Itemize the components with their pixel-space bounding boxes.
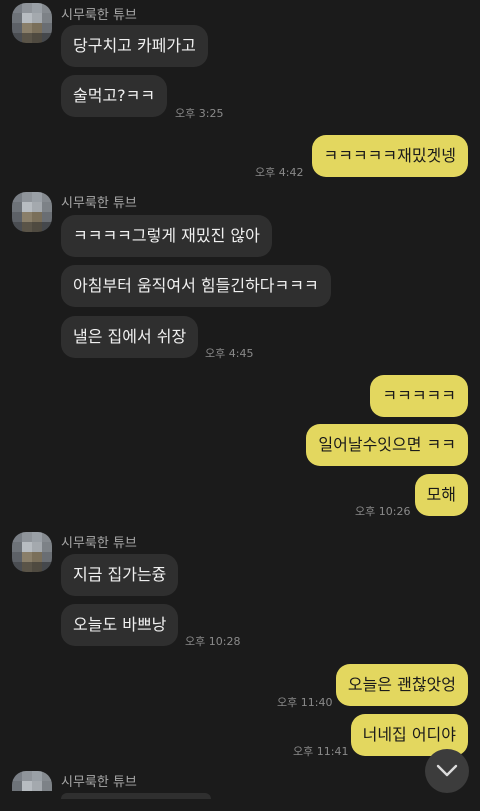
message-bubble[interactable]: 오늘은 괜찮앗엉 [335, 664, 468, 706]
timestamp: 오후 3:25 [175, 107, 224, 120]
message-bubble[interactable]: 일어날수잇으면 ㅋㅋ [306, 424, 468, 466]
sender-name: 시무룩한 튜브 [61, 536, 137, 551]
timestamp: 오후 4:45 [205, 347, 254, 360]
sender-name: 시무룩한 튜브 [61, 8, 137, 23]
sender-name: 시무룩한 튜브 [61, 196, 137, 211]
avatar[interactable] [12, 192, 52, 232]
message-bubble[interactable]: 오늘도 바쁘낭 [61, 604, 179, 646]
message-bubble[interactable]: 술먹고?ㅋㅋ [61, 75, 168, 117]
message-bubble[interactable]: ㅋㅋㅋㅋ그렇게 재밌진 않아 [61, 215, 272, 257]
chevron-down-icon [436, 764, 458, 777]
avatar[interactable] [12, 532, 52, 572]
avatar[interactable] [12, 3, 52, 43]
message-bubble[interactable]: 당구치고 카페가고 [61, 25, 208, 67]
timestamp: 오후 10:28 [185, 635, 241, 648]
message-bubble[interactable]: 낼은 집에서 쉬장 [61, 316, 199, 358]
sender-name: 시무룩한 튜브 [61, 775, 137, 790]
timestamp: 오후 11:40 [277, 696, 333, 709]
message-bubble[interactable]: ㅋㅋㅋㅋㅋ [370, 375, 468, 417]
timestamp: 오후 4:42 [255, 166, 304, 179]
message-bubble[interactable]: 아침부터 움직여서 힘들긴하다ㅋㅋㅋ [61, 265, 331, 307]
avatar[interactable] [12, 771, 52, 811]
timestamp: 오후 10:26 [355, 505, 411, 518]
message-bubble[interactable]: 지금 집가는즁 [61, 554, 179, 596]
timestamp: 오후 11:41 [293, 745, 349, 758]
message-bubble-partial[interactable] [61, 793, 211, 799]
message-bubble[interactable]: ㅋㅋㅋㅋㅋ재밌겟넹 [311, 135, 468, 177]
message-bubble[interactable]: 모해 [414, 474, 468, 516]
scroll-to-bottom-button[interactable] [425, 749, 469, 793]
